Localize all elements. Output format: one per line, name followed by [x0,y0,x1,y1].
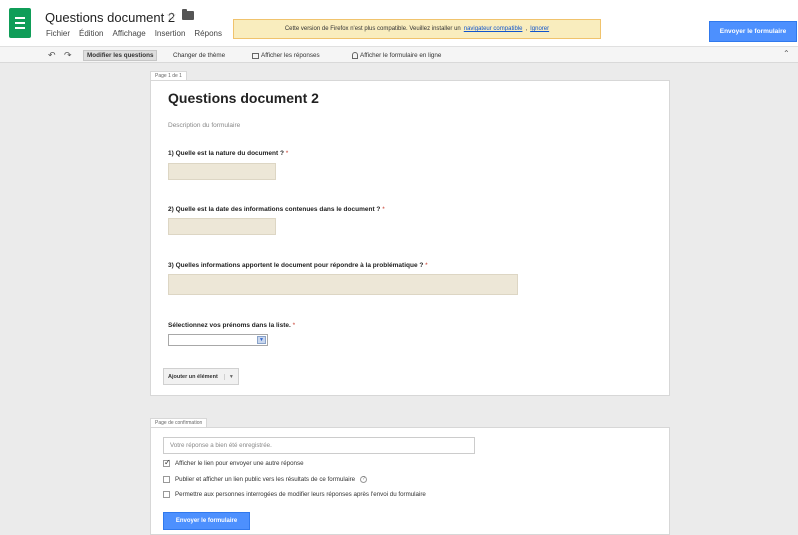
chevron-down-icon: ▼ [257,336,266,344]
show-responses-label: Afficher les réponses [261,52,320,59]
question-3-label[interactable]: 3) Quelles informations apportent le doc… [168,262,428,269]
help-icon[interactable]: ? [360,476,368,483]
option-public-results-label: Publier et afficher un lien public vers … [175,476,356,483]
checkbox-another-response[interactable] [163,458,171,467]
names-dropdown[interactable]: ▼ [168,334,268,346]
live-form-icon [352,52,358,59]
question-3-field[interactable] [168,274,518,295]
add-item-label: Ajouter un élément [168,373,218,380]
checkbox-edit-responses[interactable] [163,491,170,498]
menu-edit[interactable]: Édition [79,29,103,38]
forms-logo-icon[interactable] [9,8,31,38]
add-item-button[interactable]: Ajouter un élément ▼ [163,368,239,385]
confirmation-message-input[interactable]: Votre réponse a bien été enregistrée. [163,437,475,454]
notice-browser-link[interactable]: navigateur compatible [464,26,523,32]
question-2-field[interactable] [168,218,276,235]
form-title[interactable]: Questions document 2 [168,90,319,106]
star-icon[interactable]: ☆ [166,9,177,23]
option-public-results[interactable]: Publier et afficher un lien public vers … [163,476,368,483]
option-edit-responses[interactable]: Permettre aux personnes interrogées de m… [163,491,426,498]
notice-dismiss-link[interactable]: Ignorer [530,26,549,32]
option-edit-responses-label: Permettre aux personnes interrogées de m… [175,491,426,498]
show-responses-button[interactable]: Afficher les réponses [252,50,320,61]
app-header: Questions document 2 ☆ Fichier Édition A… [0,0,798,46]
option-another-response-label: Afficher le lien pour envoyer une autre … [175,460,304,467]
menu-view[interactable]: Affichage [112,29,145,38]
dropdown-caret-icon[interactable]: ▼ [223,373,234,380]
question-1-field[interactable] [168,163,276,180]
menu-insert[interactable]: Insertion [155,29,186,38]
option-another-response[interactable]: Afficher le lien pour envoyer une autre … [163,458,304,467]
spreadsheet-icon [252,52,259,59]
checkbox-public-results[interactable] [163,476,170,483]
confirmation-tab: Page de confirmation [150,418,208,427]
question-1-label[interactable]: 1) Quelle est la nature du document ? * [168,150,288,157]
show-live-label: Afficher le formulaire en ligne [360,52,442,59]
question-2-label[interactable]: 2) Quelle est la date des informations c… [168,206,385,213]
collapse-icon[interactable]: ⌃ [783,49,790,58]
send-form-button[interactable]: Envoyer le formulaire [709,21,797,42]
menu-bar: Fichier Édition Affichage Insertion Répo… [46,29,222,38]
confirmation-send-button[interactable]: Envoyer le formulaire [163,512,250,530]
redo-icon[interactable]: ↷ [64,50,72,60]
undo-icon[interactable]: ↶ [48,50,56,60]
page-tab: Page 1 de 1 [150,71,187,80]
edit-questions-button[interactable]: Modifier les questions [83,50,158,61]
notice-text: Cette version de Firefox n'est plus comp… [284,26,461,32]
form-description[interactable]: Description du formulaire [168,122,240,129]
folder-icon[interactable] [182,9,194,20]
show-live-form-button[interactable]: Afficher le formulaire en ligne [352,50,441,61]
menu-responses[interactable]: Répons [194,29,222,38]
toolbar: ↶ ↷ Modifier les questions Changer de th… [0,46,798,63]
question-4-label[interactable]: Sélectionnez vos prénoms dans la liste. … [168,322,295,329]
change-theme-button[interactable]: Changer de thème [173,50,225,61]
browser-notice: Cette version de Firefox n'est plus comp… [233,19,601,39]
menu-file[interactable]: Fichier [46,29,70,38]
document-title[interactable]: Questions document 2 [45,10,175,25]
